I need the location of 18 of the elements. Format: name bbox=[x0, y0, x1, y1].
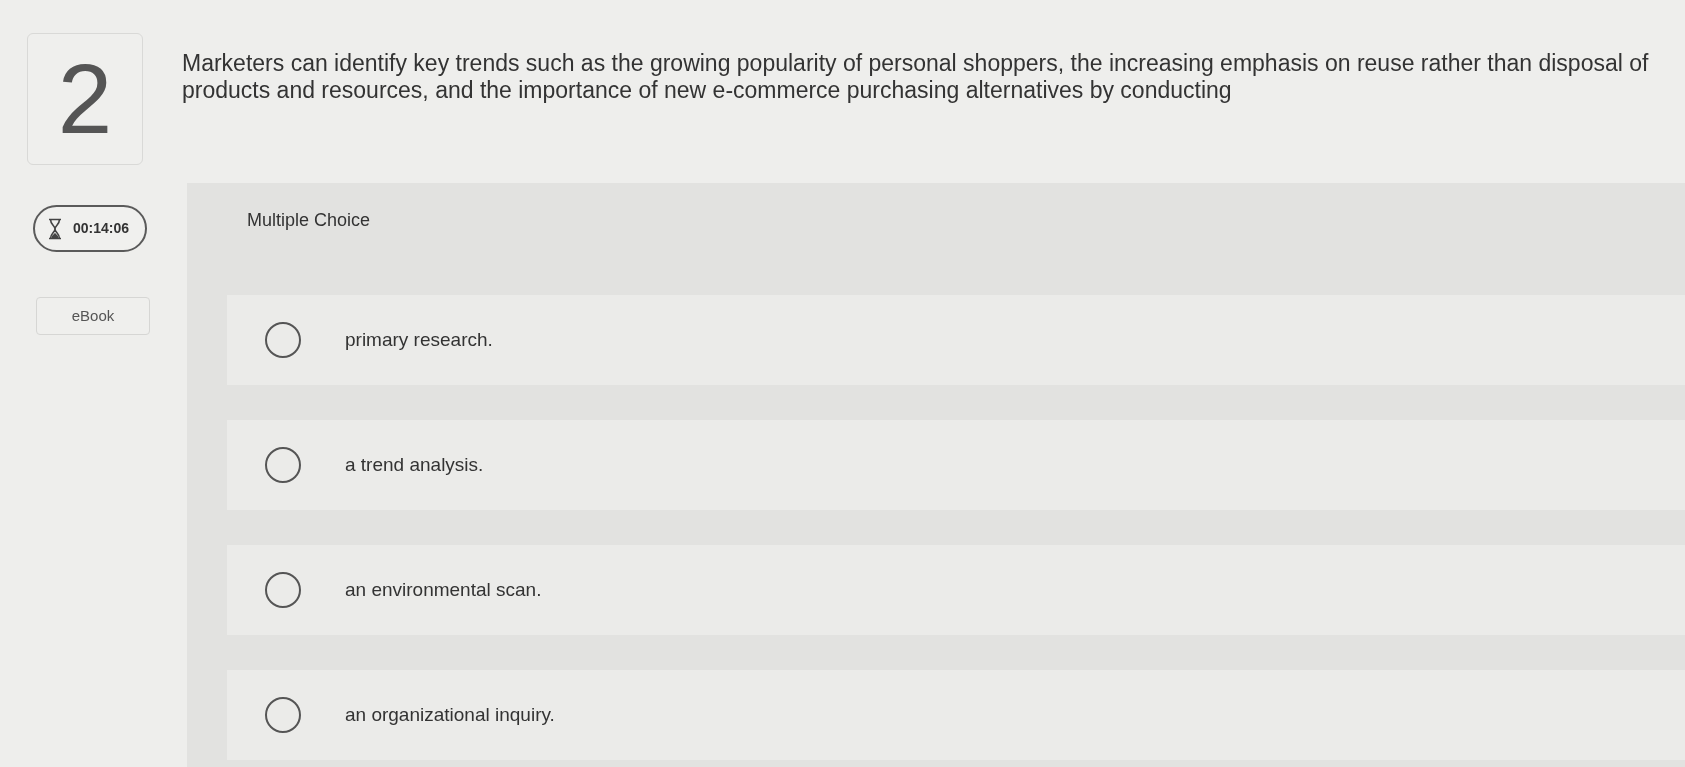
timer-text: 00:14:06 bbox=[73, 219, 130, 238]
ebook-button[interactable]: eBook bbox=[36, 297, 150, 335]
answer-option[interactable]: an environmental scan. bbox=[227, 545, 1685, 635]
answer-option[interactable]: primary research. bbox=[227, 295, 1685, 385]
radio-button[interactable] bbox=[265, 322, 301, 358]
option-text: a trend analysis. bbox=[345, 452, 484, 477]
answer-option[interactable]: a trend analysis. bbox=[227, 420, 1685, 510]
radio-button[interactable] bbox=[265, 572, 301, 608]
question-number: 2 bbox=[27, 33, 143, 165]
option-text: an organizational inquiry. bbox=[345, 702, 555, 727]
hourglass-icon bbox=[47, 217, 63, 240]
option-text: an environmental scan. bbox=[345, 577, 542, 602]
radio-button[interactable] bbox=[265, 447, 301, 483]
answer-option[interactable]: an organizational inquiry. bbox=[227, 670, 1685, 760]
radio-button[interactable] bbox=[265, 697, 301, 733]
question-type-label: Multiple Choice bbox=[247, 209, 371, 232]
option-text: primary research. bbox=[345, 327, 493, 352]
question-text: Marketers can identify key trends such as the growing popularity of personal shoppers, the increasing emphasis on reuse rather than disposal of products and resources, and the importance of new e-commerce purchasing alternatives by conducting bbox=[182, 50, 1650, 104]
